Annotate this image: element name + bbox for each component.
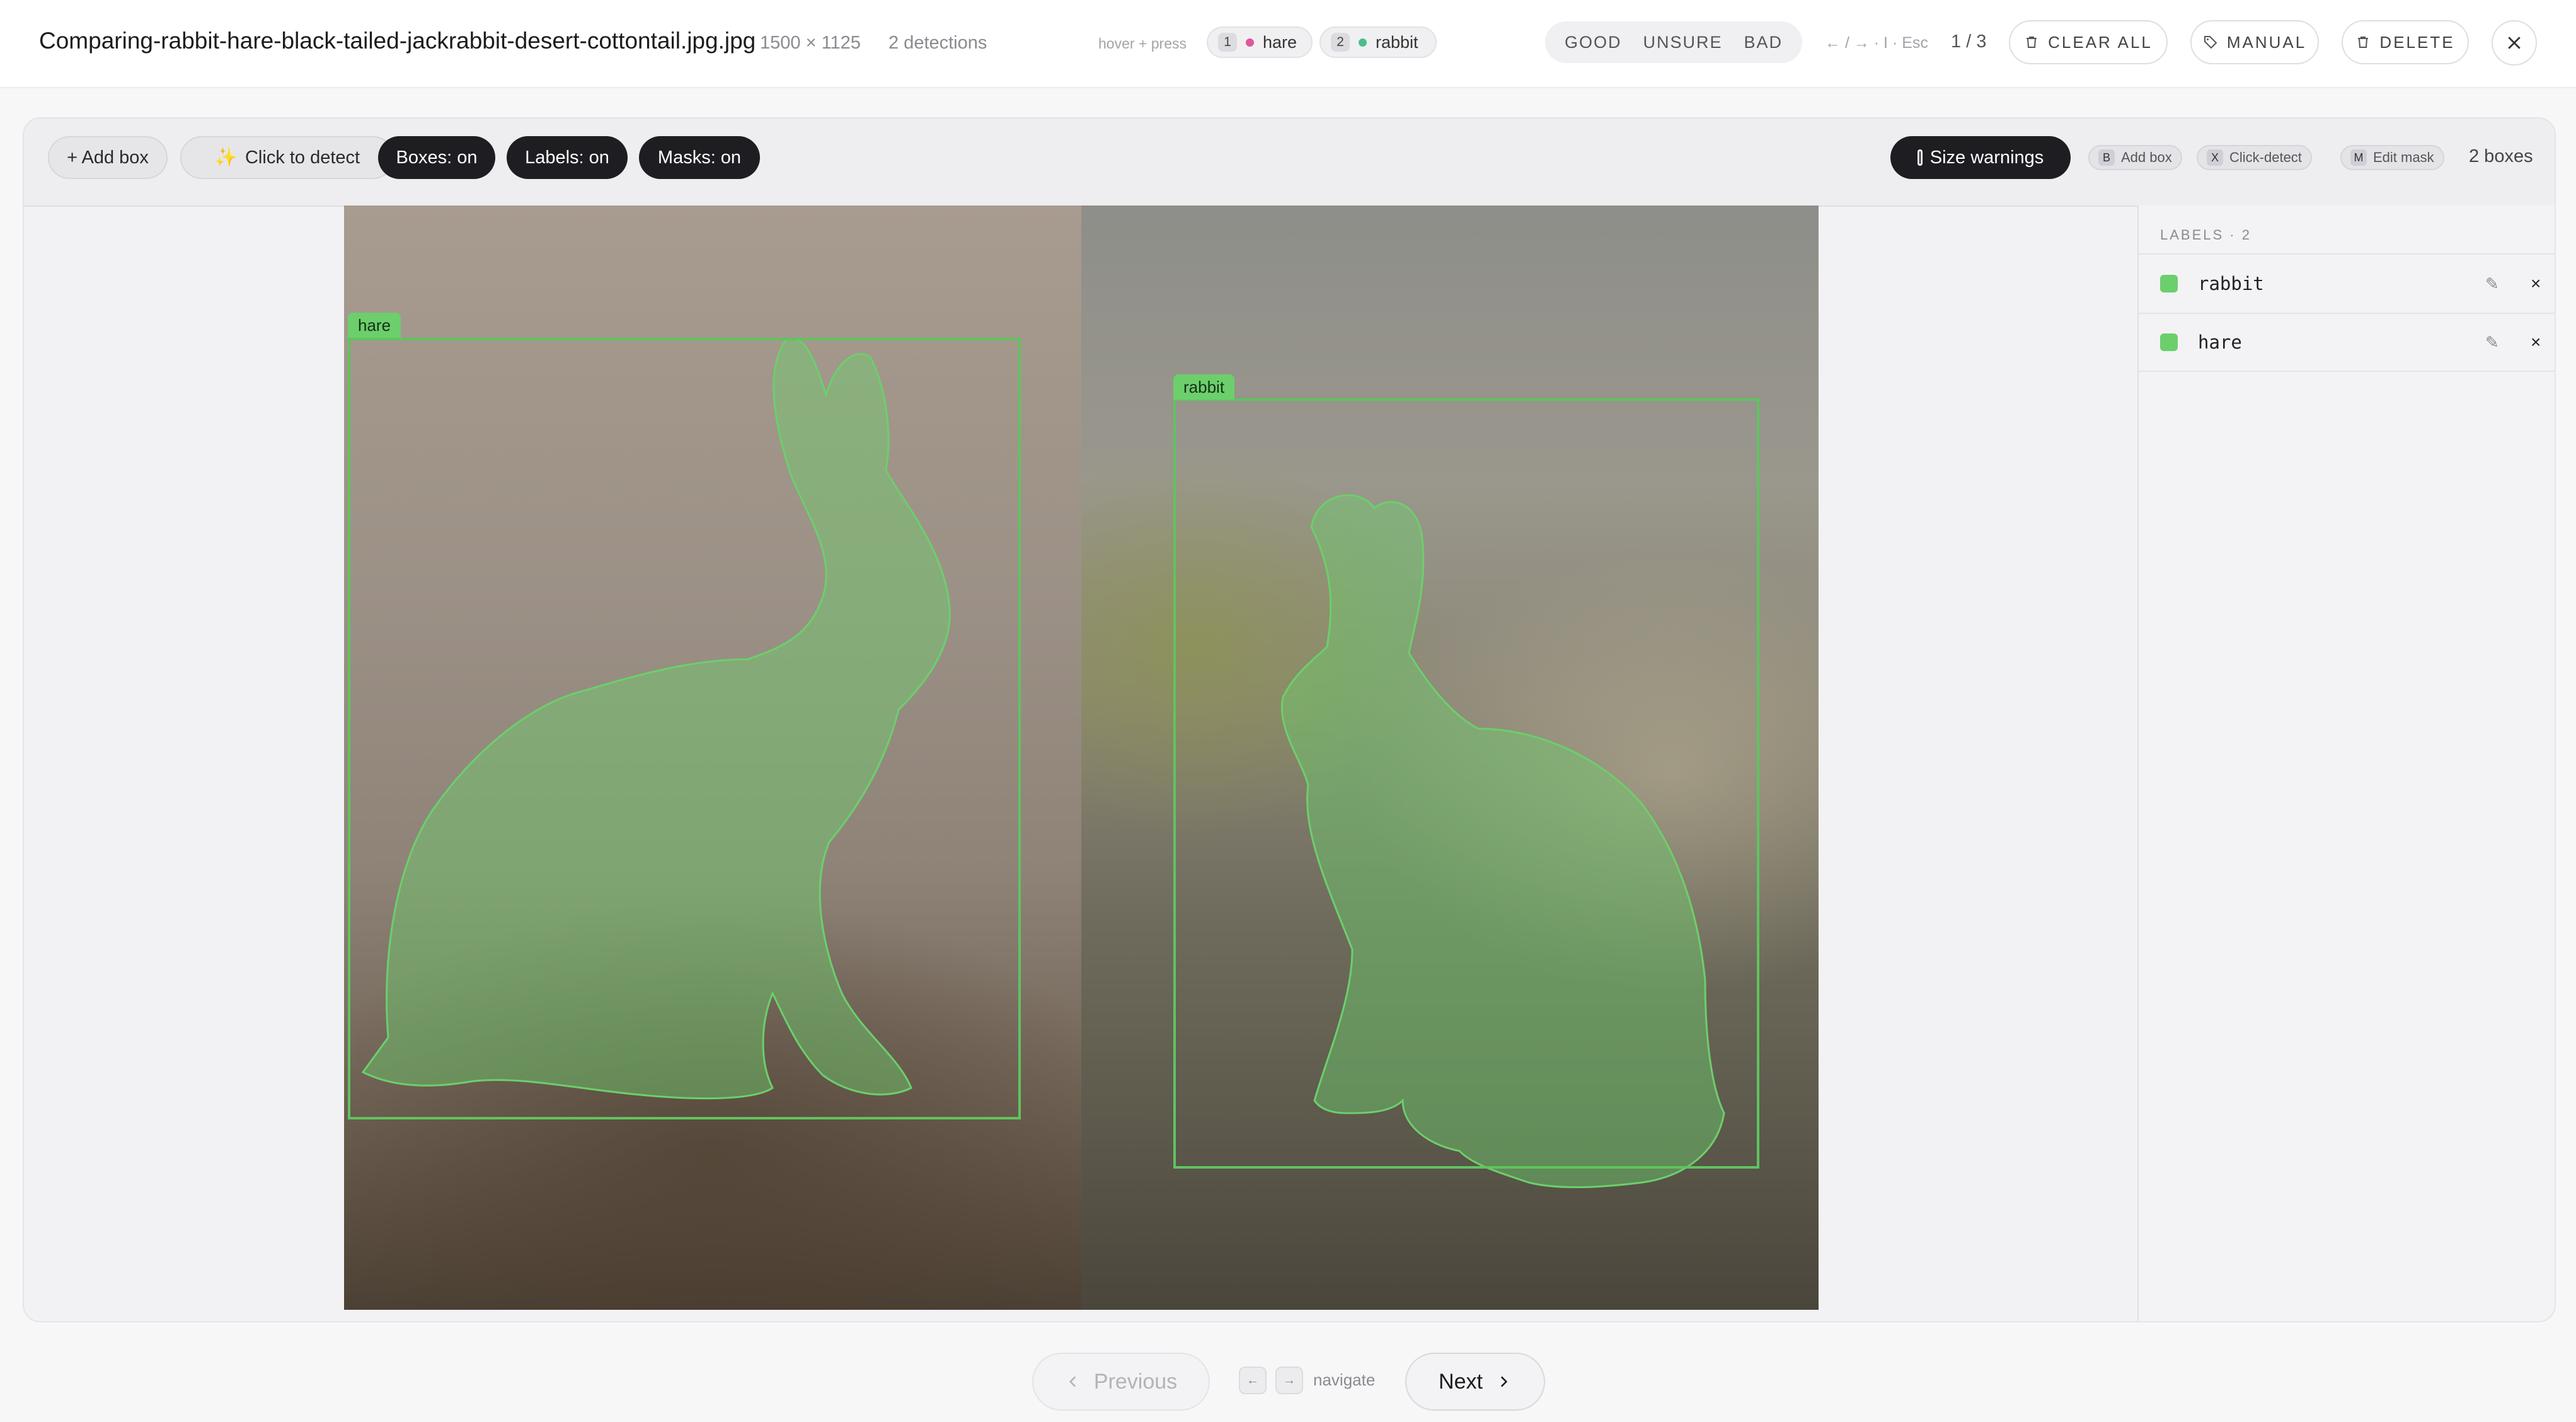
hotkey-badge: 2	[1331, 33, 1350, 52]
manual-button[interactable]: MANUAL	[2190, 20, 2319, 64]
add-box-button[interactable]: + Add box	[48, 136, 168, 179]
image-dimensions: 1500 × 1125	[760, 33, 861, 53]
box-count: 2 boxes	[2469, 146, 2533, 166]
label-row-hare[interactable]: hare ✎ ×	[2139, 313, 2555, 372]
bounding-box-rabbit[interactable]	[1173, 398, 1759, 1169]
labels-title: LABELS · 2	[2160, 227, 2251, 243]
bounding-box-hare[interactable]	[348, 338, 1021, 1119]
edit-icon[interactable]: ✎	[2485, 333, 2499, 352]
shortcut-click-detect: X Click-detect	[2197, 145, 2312, 170]
rating-group: GOOD UNSURE BAD	[1545, 21, 1802, 63]
close-icon	[2508, 37, 2521, 49]
clear-all-label: CLEAR ALL	[2048, 32, 2153, 52]
toggle-labels-button[interactable]: Labels: on	[507, 136, 628, 179]
color-dot-icon	[1246, 38, 1254, 47]
rate-unsure-button[interactable]: UNSURE	[1643, 33, 1722, 52]
edit-icon[interactable]: ✎	[2485, 274, 2499, 294]
label-color-swatch	[2160, 333, 2178, 351]
remove-icon[interactable]: ×	[2531, 332, 2541, 352]
chip-label: hare	[1263, 32, 1297, 52]
next-button[interactable]: Next	[1405, 1353, 1545, 1411]
warning-icon	[1917, 149, 1923, 166]
right-arrow-key: →	[1275, 1367, 1303, 1394]
top-bar: Comparing-rabbit-hare-black-tailed-jackr…	[0, 0, 2576, 88]
size-warnings-button[interactable]: Size warnings	[1890, 136, 2071, 179]
click-to-detect-button[interactable]: ✨ Click to detect	[180, 136, 394, 179]
label-chip-rabbit[interactable]: 2 rabbit	[1320, 26, 1437, 58]
manual-label: MANUAL	[2226, 32, 2307, 52]
box-label-rabbit[interactable]: rabbit	[1173, 374, 1235, 400]
rate-bad-button[interactable]: BAD	[1744, 33, 1783, 52]
previous-label: Previous	[1093, 1369, 1178, 1394]
label-color-swatch	[2160, 275, 2178, 292]
keyboard-hint: ← / → · I · Esc	[1825, 34, 1928, 52]
size-warnings-label: Size warnings	[1929, 147, 2044, 168]
next-label: Next	[1439, 1369, 1483, 1394]
hover-hint: hover + press	[1098, 35, 1187, 52]
toolbar: + Add box ✨ Click to detect Boxes: on La…	[24, 118, 2555, 207]
chip-label: rabbit	[1376, 32, 1418, 52]
box-label-hare[interactable]: hare	[348, 313, 401, 338]
navigate-hint: navigate	[1313, 1370, 1376, 1389]
remove-icon[interactable]: ×	[2531, 274, 2541, 294]
trash-icon	[2027, 37, 2037, 48]
file-name: Comparing-rabbit-hare-black-tailed-jackr…	[39, 28, 756, 54]
labels-sidebar: LABELS · 2 rabbit ✎ × hare ✎ ×	[2137, 205, 2555, 1321]
close-button[interactable]	[2492, 20, 2537, 66]
toggle-boxes-button[interactable]: Boxes: on	[378, 136, 495, 179]
rate-good-button[interactable]: GOOD	[1565, 33, 1622, 52]
image-canvas[interactable]: hare rabbit	[344, 205, 1819, 1310]
hotkey-badge: 1	[1218, 33, 1237, 52]
color-dot-icon	[1359, 38, 1367, 47]
page-indicator: 1 / 3	[1951, 32, 1987, 52]
detection-count: 2 detections	[888, 33, 987, 53]
label-name: rabbit	[2198, 273, 2264, 294]
left-arrow-key: ←	[1239, 1367, 1267, 1394]
chevron-right-icon	[1500, 1376, 1508, 1387]
delete-label: DELETE	[2379, 32, 2455, 52]
toggle-masks-button[interactable]: Masks: on	[639, 136, 760, 179]
chevron-left-icon	[1069, 1376, 1076, 1387]
previous-button[interactable]: Previous	[1032, 1353, 1210, 1411]
trash-icon	[2358, 37, 2369, 48]
tag-icon	[2204, 36, 2217, 49]
sparkle-icon: ✨	[214, 147, 238, 168]
delete-button[interactable]: DELETE	[2342, 20, 2469, 64]
label-name: hare	[2198, 332, 2242, 353]
label-chip-hare[interactable]: 1 hare	[1207, 26, 1313, 58]
shortcut-add-box: B Add box	[2088, 145, 2182, 170]
label-row-rabbit[interactable]: rabbit ✎ ×	[2139, 253, 2555, 313]
shortcut-edit-mask: M Edit mask	[2340, 145, 2444, 170]
click-to-detect-label: Click to detect	[244, 147, 360, 168]
clear-all-button[interactable]: CLEAR ALL	[2009, 20, 2168, 64]
annotation-panel: + Add box ✨ Click to detect Boxes: on La…	[23, 117, 2556, 1322]
